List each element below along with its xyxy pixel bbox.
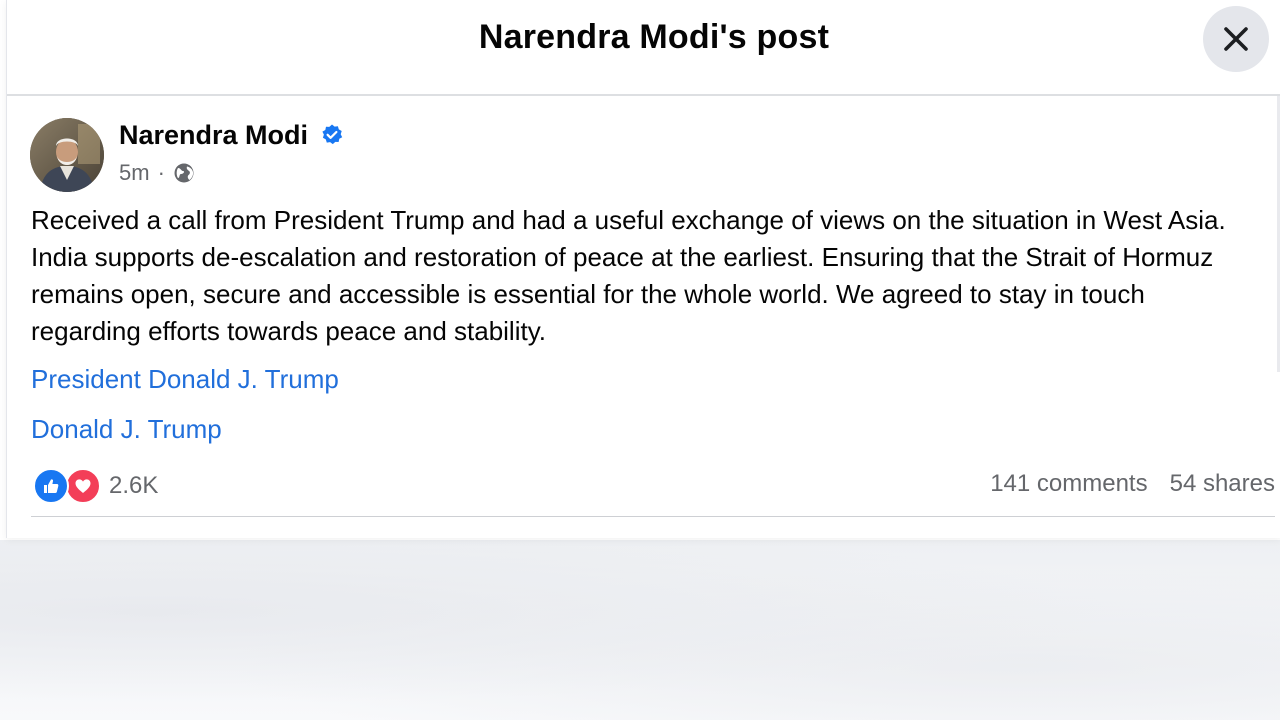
post-time[interactable]: 5m (119, 160, 150, 186)
comments-count[interactable]: 141 comments (990, 470, 1147, 498)
dialog-title: Narendra Modi's post (478, 18, 830, 56)
meta-separator: · (157, 160, 165, 185)
author-name[interactable]: Narendra Modi (119, 120, 308, 151)
avatar[interactable] (30, 118, 104, 192)
screen: Narendra Modi's post Narendra Modi 5m · … (0, 0, 1280, 720)
reaction-count: 2.6K (109, 472, 159, 499)
globe-icon[interactable] (173, 162, 195, 184)
engagement-stats: 141 comments 54 shares (990, 470, 1275, 498)
dialog-header: Narendra Modi's post (7, 0, 1280, 96)
tag-link-donald-j-trump[interactable]: Donald J. Trump (31, 414, 222, 445)
post-text: Received a call from President Trump and… (31, 205, 1226, 346)
close-button[interactable] (1203, 6, 1269, 72)
background-blur (0, 540, 1280, 720)
avatar-image (30, 118, 104, 192)
post-meta: 5m · (119, 160, 195, 186)
love-icon (65, 468, 101, 504)
like-icon (33, 468, 69, 504)
close-icon (1224, 27, 1248, 51)
divider (31, 516, 1275, 517)
reactions-summary[interactable]: 2.6K (33, 468, 158, 504)
post-dialog: Narendra Modi's post Narendra Modi 5m · … (6, 0, 1280, 538)
shares-count[interactable]: 54 shares (1170, 470, 1275, 498)
tag-link-president-donald-j-trump[interactable]: President Donald J. Trump (31, 364, 339, 395)
verified-badge-icon (322, 124, 343, 145)
